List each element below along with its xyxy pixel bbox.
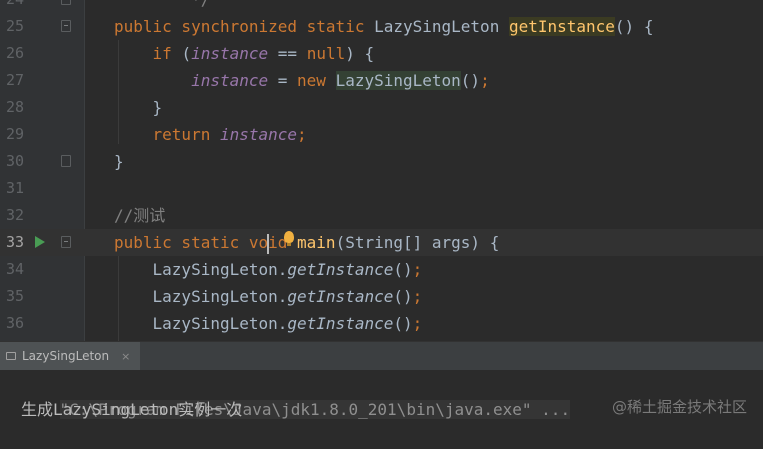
- line-number: 36: [5, 314, 24, 332]
- fold-marker-icon[interactable]: [61, 236, 71, 248]
- code-token: () {: [614, 17, 654, 36]
- code-token: ;: [480, 71, 490, 90]
- line-number: 29: [5, 125, 24, 143]
- code-token: new: [297, 71, 336, 90]
- code-line[interactable]: 35 LazySingLeton.getInstance();: [0, 283, 763, 310]
- code-token: ;: [412, 314, 423, 333]
- indent-guide: [118, 256, 119, 341]
- code-token: public static: [114, 233, 249, 252]
- code-token: ;: [412, 287, 423, 306]
- fold-marker-icon[interactable]: [61, 20, 71, 32]
- line-number: 35: [5, 287, 24, 305]
- code-token: LazySingLeton.: [152, 260, 288, 279]
- code-token: }: [114, 152, 124, 171]
- code-text: //测试: [114, 202, 165, 229]
- line-number: 31: [5, 179, 24, 197]
- run-tab-label: LazySingLeton: [22, 349, 110, 363]
- code-line[interactable]: 27 instance = new LazySingLeton();: [0, 67, 763, 94]
- close-icon[interactable]: ×: [121, 350, 130, 363]
- code-text: public static void main(String[] args) {: [114, 229, 499, 256]
- code-line[interactable]: 34 LazySingLeton.getInstance();: [0, 256, 763, 283]
- code-editor[interactable]: 24 */ 25 public synchronized static LazySi…: [0, 0, 763, 341]
- line-number: 24: [0, 0, 24, 13]
- console-icon: [6, 352, 16, 360]
- code-line[interactable]: 33 public static void main(String[] args)…: [0, 229, 763, 256]
- code-token: getInstance: [287, 260, 394, 279]
- code-line[interactable]: 31: [0, 175, 763, 202]
- code-line[interactable]: 30}: [0, 148, 763, 175]
- code-token: ;: [297, 125, 307, 144]
- code-token: ) {: [345, 44, 375, 63]
- code-token: (String[] args) {: [335, 233, 500, 252]
- console-output-line: 生成LazySingLeton实例一次: [21, 400, 243, 419]
- code-text: LazySingLeton.getInstance();: [114, 310, 423, 337]
- code-token: ==: [277, 44, 307, 63]
- code-text: if (instance == null) {: [114, 40, 375, 67]
- line-number: 27: [5, 71, 24, 89]
- line-number: 33: [5, 233, 24, 251]
- code-token: =: [277, 71, 298, 90]
- code-token: instance: [191, 71, 278, 90]
- code-token: LazySingLeton.: [152, 287, 288, 306]
- fold-marker-icon[interactable]: [61, 0, 71, 5]
- code-token: (): [393, 314, 413, 333]
- code-line[interactable]: 32 //测试: [0, 202, 763, 229]
- run-tab[interactable]: LazySingLeton ×: [0, 342, 141, 370]
- code-line[interactable]: 28 }: [0, 94, 763, 121]
- code-token: ;: [412, 260, 423, 279]
- code-line[interactable]: 24 */: [0, 0, 763, 13]
- code-token: getInstance: [287, 287, 394, 306]
- code-token: LazySingLeton.: [152, 314, 288, 333]
- code-token: LazySingLeton: [374, 17, 509, 36]
- run-gutter-icon[interactable]: [35, 236, 45, 248]
- line-number: 30: [5, 152, 24, 170]
- indent-guide: [118, 40, 119, 144]
- code-token: LazySingLeton: [335, 71, 461, 90]
- code-text: }: [114, 94, 163, 121]
- line-number: 25: [5, 17, 24, 35]
- code-token: instance: [219, 125, 298, 144]
- code-line[interactable]: 36 LazySingLeton.getInstance();: [0, 310, 763, 337]
- code-token: //测试: [114, 206, 166, 225]
- code-text: return instance;: [114, 121, 307, 148]
- code-token: (): [393, 287, 413, 306]
- code-token: getInstance: [287, 314, 394, 333]
- code-text: instance = new LazySingLeton();: [114, 67, 490, 94]
- fold-marker-icon[interactable]: [61, 155, 71, 167]
- run-tab-bar: LazySingLeton ×: [0, 341, 763, 370]
- code-token: return: [152, 125, 220, 144]
- code-token: public synchronized static: [114, 17, 375, 36]
- code-token: if: [152, 44, 182, 63]
- watermark: @稀土掘金技术社区: [611, 398, 747, 416]
- code-text: LazySingLeton.getInstance();: [114, 283, 423, 310]
- code-token: */: [191, 0, 210, 9]
- code-token: vo: [248, 233, 269, 252]
- line-number: 32: [5, 206, 24, 224]
- code-line[interactable]: 29 return instance;: [0, 121, 763, 148]
- code-token: main: [297, 233, 336, 252]
- code-token: null: [306, 44, 346, 63]
- code-token: (): [393, 260, 413, 279]
- code-token: getInstance: [508, 17, 615, 36]
- line-number: 28: [5, 98, 24, 116]
- code-token: instance: [191, 44, 278, 63]
- intention-bulb-icon[interactable]: [284, 231, 294, 246]
- code-line[interactable]: 26 if (instance == null) {: [0, 40, 763, 67]
- code-text: public synchronized static LazySingLeton…: [114, 13, 653, 40]
- code-token: }: [152, 98, 163, 117]
- code-text: LazySingLeton.getInstance();: [114, 256, 423, 283]
- code-text: }: [114, 148, 124, 175]
- code-token: (: [181, 44, 192, 63]
- line-number: 26: [5, 44, 24, 62]
- code-token: (): [460, 71, 481, 90]
- line-number: 34: [5, 260, 24, 278]
- run-tool-window: LazySingLeton × "C:\Program Files\Java\j…: [0, 341, 763, 435]
- code-text: */: [114, 0, 210, 13]
- code-line[interactable]: 25 public synchronized static LazySingLet…: [0, 13, 763, 40]
